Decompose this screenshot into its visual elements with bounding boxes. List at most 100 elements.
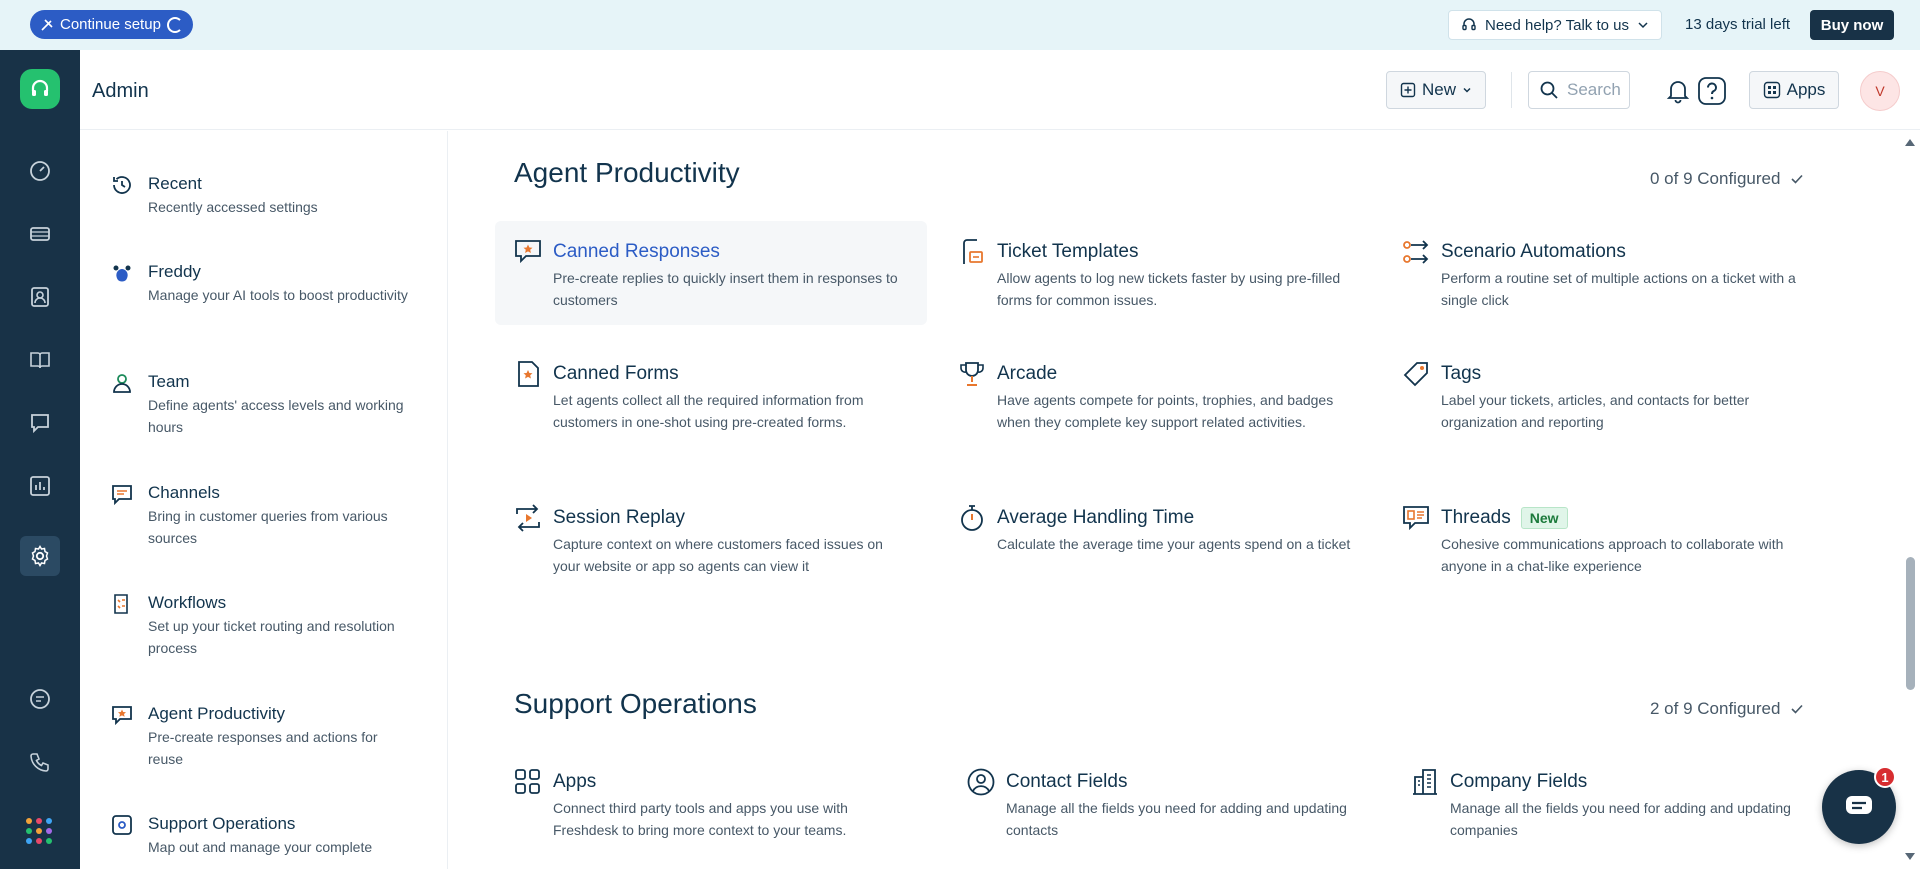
card-desc: Calculate the average time your agents s… [997,536,1351,552]
sidebar-item-freddy[interactable]: Freddy Manage your AI tools to boost prod… [110,261,410,306]
sidebar-item-desc: Manage your AI tools to boost productivi… [148,287,408,303]
card-arcade[interactable]: Arcade Have agents compete for points, t… [939,343,1371,447]
history-icon [113,176,131,194]
check-icon [1791,704,1804,714]
card-tags[interactable]: Tags Label your tickets, articles, and c… [1383,343,1815,447]
question-icon [1698,77,1726,105]
apps-button[interactable]: Apps [1749,71,1839,109]
sidebar-item-team[interactable]: Team Define agents' access levels and wor… [110,371,410,438]
card-title: Arcade [997,363,1058,384]
card-title: Tags [1441,363,1482,384]
building-icon [1413,769,1437,795]
ticket-templates-icon [963,239,983,264]
card-title: Scenario Automations [1441,241,1626,262]
freshdesk-logo[interactable] [20,69,60,109]
card-title: Average Handling Time [997,507,1195,528]
help-button[interactable] [1697,76,1727,106]
sidebar-item-title: Agent Productivity [148,704,286,723]
message-icon [30,689,50,709]
sidebar-item-title: Channels [148,483,220,502]
scroll-up-arrow-icon[interactable] [1905,139,1915,146]
trophy-icon [960,362,984,386]
nav-conversations[interactable] [20,403,60,443]
gear-icon [31,545,49,567]
card-threads[interactable]: Threads New Cohesive communications appr… [1383,487,1815,591]
card-title: Threads [1441,507,1511,528]
reports-icon [30,476,50,496]
channels-icon [112,485,132,506]
sidebar-item-title: Recent [148,174,202,193]
continue-setup-button[interactable]: Continue setup [30,10,193,39]
freddy-icon [113,265,131,282]
card-canned-responses[interactable]: Canned Responses Pre-create replies to q… [495,221,927,325]
card-title: Canned Responses [553,241,720,262]
sidebar-item-channels[interactable]: Channels Bring in customer queries from v… [110,482,410,549]
user-avatar[interactable]: V [1860,71,1900,111]
continue-setup-label: Continue setup [60,16,161,33]
new-button[interactable]: New [1386,71,1486,109]
section-title-support-operations: Support Operations [514,688,757,719]
nav-reports[interactable] [20,466,60,506]
nav-contacts[interactable] [20,277,60,317]
card-session-replay[interactable]: Session Replay Capture context on where … [495,487,927,591]
sidebar-item-agent-productivity[interactable]: Agent Productivity Pre-create responses a… [110,703,410,770]
sidebar-item-workflows[interactable]: Workflows Set up your ticket routing and … [110,592,410,659]
card-ticket-templates[interactable]: Ticket Templates Allow agents to log new… [939,221,1371,325]
card-average-handling-time[interactable]: Average Handling Time Calculate the aver… [939,487,1371,569]
sidebar-item-recent[interactable]: Recent Recently accessed settings [110,173,410,218]
scroll-down-arrow-icon[interactable] [1905,853,1915,860]
card-company-fields[interactable]: Company Fields Manage all the fields you… [1392,751,1824,855]
section-title-agent-productivity: Agent Productivity [514,157,740,188]
nav-admin[interactable] [20,536,60,576]
sidebar-item-desc: Set up your ticket routing and resolutio… [148,618,395,656]
configured-count-agent-productivity: 0 of 9 Configured [1650,169,1804,189]
sidebar-item-desc: Bring in customer queries from various s… [148,508,388,546]
nav-knowledge-base[interactable] [20,340,60,380]
nav-dashboard[interactable] [20,151,60,191]
contacts-icon [31,287,49,307]
apps-grid-icon [1763,81,1780,99]
content-scrollbar[interactable] [1900,131,1920,869]
search-input[interactable]: Search [1528,71,1630,109]
notifications-button[interactable] [1663,76,1693,106]
trial-days-text: 13 days trial left [1685,16,1791,33]
card-contact-fields[interactable]: Contact Fields Manage all the fields you… [948,751,1380,855]
sidebar-item-desc: Define agents' access levels and working… [148,397,404,435]
bell-icon [1666,81,1690,104]
nav-phone[interactable] [20,742,60,782]
nav-tickets[interactable] [20,214,60,254]
new-button-label: New [1421,80,1456,99]
search-icon [1540,81,1558,99]
tools-icon [41,18,53,31]
scroll-thumb[interactable] [1906,557,1915,690]
sidebar-item-desc: Recently accessed settings [148,199,318,215]
nav-freshchat[interactable] [20,679,60,719]
team-icon [113,374,131,393]
check-icon [1791,174,1804,184]
workflows-icon [114,594,128,614]
chat-widget-button[interactable]: 1 [1822,766,1896,844]
card-scenario-automations[interactable]: Scenario Automations Perform a routine s… [1383,221,1815,325]
chat-unread-badge: 1 [1874,766,1896,788]
sidebar-item-title: Workflows [148,593,227,612]
card-desc: Label your tickets, articles, and contac… [1441,392,1750,430]
headset-icon [1462,18,1476,31]
admin-content: Agent Productivity 0 of 9 Configured Can… [449,131,1900,869]
card-desc: Pre-create replies to quickly insert the… [553,270,898,308]
stopwatch-icon [961,505,983,531]
headset-logo-icon [31,79,49,96]
page-title: Admin [92,80,149,102]
configured-text: 0 of 9 Configured [1650,169,1781,188]
card-title: Apps [553,771,597,792]
buy-now-button[interactable]: Buy now [1810,10,1894,40]
configured-count-support-operations: 2 of 9 Configured [1650,699,1804,719]
card-apps[interactable]: Apps Connect third party tools and apps … [495,751,927,855]
app-switcher-icon[interactable] [26,818,52,844]
progress-spinner-icon [166,16,183,33]
book-icon [30,352,50,369]
card-canned-forms[interactable]: Canned Forms Let agents collect all the … [495,343,927,447]
card-desc: Allow agents to log new tickets faster b… [997,270,1341,308]
sidebar-item-support-operations[interactable]: Support Operations Map out and manage you… [110,813,410,858]
trial-banner: Continue setup Need help? Talk to us 13 … [0,0,1920,50]
help-talk-button[interactable]: Need help? Talk to us [1448,10,1662,40]
